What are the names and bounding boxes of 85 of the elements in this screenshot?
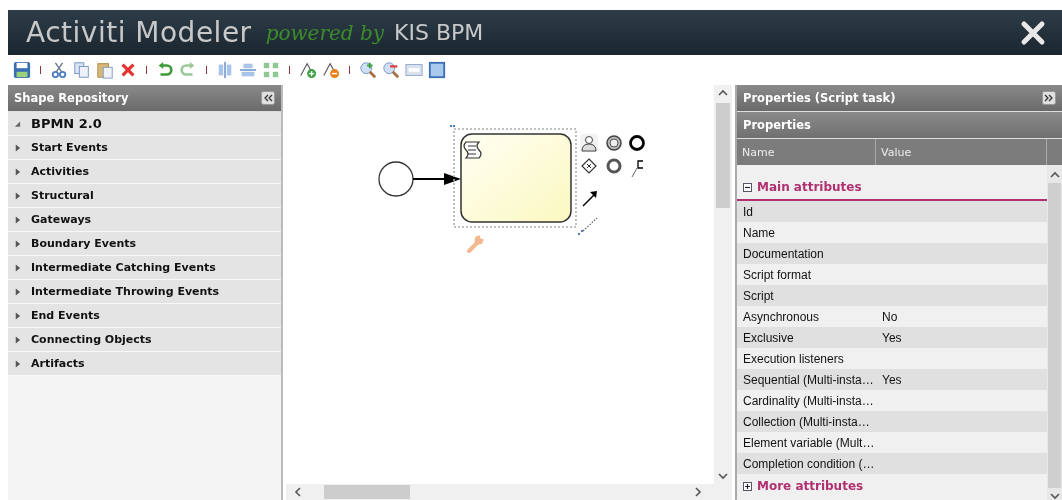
expand-toggle-icon[interactable] — [743, 182, 752, 192]
panel-title: Properties (Script task) — [743, 91, 896, 105]
expand-arrow-icon[interactable] — [14, 239, 21, 248]
property-name: Execution listeners — [743, 351, 845, 366]
tree-item[interactable]: Artifacts — [8, 352, 281, 376]
close-icon[interactable] — [1020, 19, 1046, 46]
script-icon — [463, 141, 482, 159]
tagline: powered by — [265, 20, 385, 45]
property-name: Asynchronous — [743, 309, 821, 324]
scroll-up-icon[interactable] — [718, 89, 728, 97]
zoom-in-icon[interactable] — [359, 61, 377, 79]
association-line-icon[interactable] — [582, 217, 598, 232]
expand-toggle-icon[interactable] — [743, 481, 752, 491]
tree-item[interactable]: BPMN 2.0 — [8, 112, 281, 136]
app-title: Activiti Modeler — [26, 16, 252, 49]
column-header: Name — [737, 139, 876, 165]
expand-arrow-icon[interactable] — [14, 263, 21, 272]
property-name: Completion condition (… — [743, 456, 876, 471]
undo-icon[interactable] — [156, 61, 174, 79]
add-point-icon[interactable] — [299, 61, 317, 79]
zoom-out-icon[interactable] — [382, 61, 400, 79]
scroll-thumb[interactable] — [323, 485, 410, 499]
tree-item[interactable]: Structural — [8, 184, 281, 208]
expand-arrow-icon[interactable] — [14, 215, 21, 224]
group-header[interactable]: More attributes — [737, 474, 1047, 498]
property-name: Script format — [743, 267, 812, 282]
tree-item[interactable]: Gateways — [8, 208, 281, 232]
property-name: Element variable (Mult… — [743, 435, 876, 450]
timer-icon[interactable] — [605, 135, 622, 151]
horizontal-scrollbar[interactable] — [285, 484, 732, 500]
expand-button[interactable] — [1042, 91, 1056, 105]
property-value[interactable]: Yes — [882, 330, 902, 345]
delete-icon[interactable] — [119, 61, 137, 79]
scroll-down-icon[interactable] — [718, 472, 728, 480]
remove-point-icon[interactable] — [322, 61, 340, 79]
property-name: Documentation — [743, 246, 825, 261]
tree-item[interactable]: Intermediate Catching Events — [8, 256, 281, 280]
section-title: Properties — [743, 118, 811, 132]
scroll-up-icon[interactable] — [1049, 171, 1060, 179]
expand-arrow-icon[interactable] — [14, 287, 21, 296]
scroll-left-icon[interactable] — [293, 487, 302, 497]
end-event-icon[interactable] — [628, 135, 645, 151]
property-name: Name — [743, 225, 776, 240]
expand-arrow-icon[interactable] — [14, 167, 21, 176]
property-name: Sequential (Multi-insta… — [743, 372, 875, 387]
expand-arrow-icon[interactable] — [14, 335, 21, 344]
expand-arrow-icon[interactable] — [14, 119, 21, 128]
arrow-icon[interactable] — [581, 191, 597, 207]
panel-title: Shape Repository — [14, 91, 129, 105]
scroll-thumb[interactable] — [1048, 183, 1061, 488]
copy-icon[interactable] — [73, 61, 91, 79]
user-icon[interactable] — [579, 134, 598, 152]
expand-arrow-icon[interactable] — [14, 143, 21, 152]
property-name: Collection (Multi-insta… — [743, 414, 871, 429]
tree-item[interactable]: Start Events — [8, 136, 281, 160]
column-header: Value — [876, 139, 1047, 165]
vertical-scrollbar[interactable] — [1047, 165, 1062, 500]
property-value[interactable]: No — [882, 309, 898, 324]
scroll-right-icon[interactable] — [694, 487, 702, 497]
save-icon[interactable] — [13, 61, 31, 79]
vertical-scrollbar[interactable] — [714, 85, 732, 484]
property-name: Exclusive — [743, 330, 795, 345]
cut-icon[interactable] — [50, 61, 68, 79]
tree-item[interactable]: Connecting Objects — [8, 328, 281, 352]
fit-screen-icon[interactable] — [428, 61, 446, 79]
scroll-down-icon[interactable] — [1049, 492, 1060, 500]
annotation-icon[interactable] — [631, 160, 644, 178]
property-name: Cardinality (Multi-insta… — [743, 393, 875, 408]
scroll-thumb[interactable] — [716, 103, 730, 208]
brand-name: KIS BPM — [394, 20, 484, 45]
property-name: Script — [743, 288, 775, 303]
collapse-button[interactable] — [260, 91, 275, 105]
expand-arrow-icon[interactable] — [14, 191, 21, 200]
intermediate-event-icon[interactable] — [606, 158, 622, 174]
property-name: Id — [743, 204, 754, 219]
expand-arrow-icon[interactable] — [14, 359, 21, 368]
sequence-flow-arrow — [411, 173, 461, 185]
property-value[interactable]: Yes — [882, 372, 902, 387]
expand-arrow-icon[interactable] — [14, 311, 21, 320]
start-event — [378, 161, 414, 197]
gateway-icon[interactable] — [580, 158, 597, 174]
tree-item[interactable]: Intermediate Throwing Events — [8, 280, 281, 304]
tree-item[interactable]: Activities — [8, 160, 281, 184]
tree-item[interactable]: Boundary Events — [8, 232, 281, 256]
tree-item[interactable]: End Events — [8, 304, 281, 328]
